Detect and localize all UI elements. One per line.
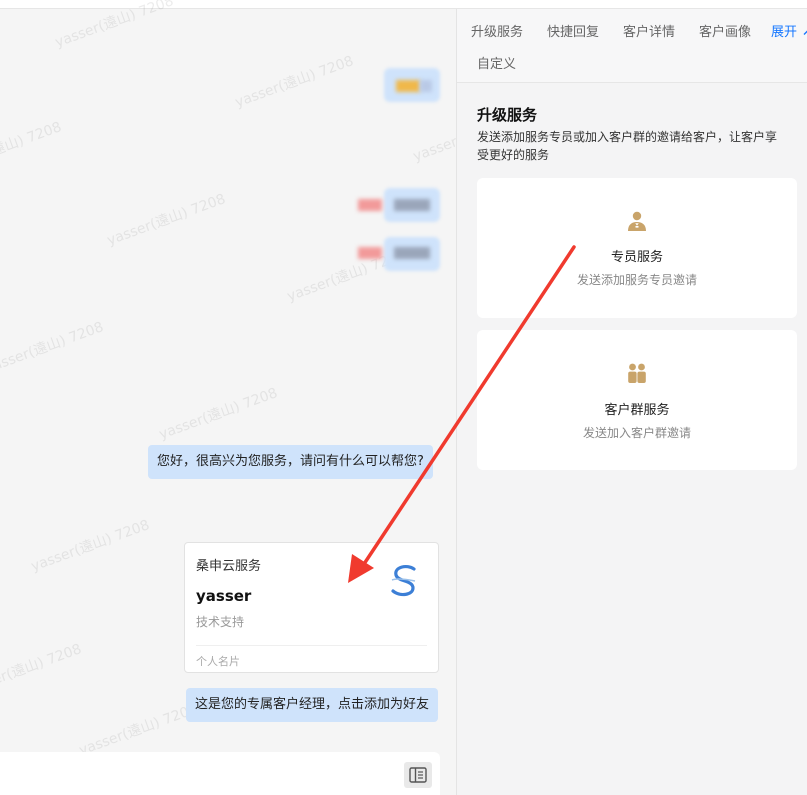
card-role: 技术支持 bbox=[196, 615, 245, 629]
agent-service-title: 专员服务 bbox=[610, 250, 663, 265]
watermark: yasser(遠山) 7208 bbox=[0, 119, 64, 177]
group-service-desc: 发送加入客户群邀请 bbox=[582, 426, 691, 440]
tab-custom[interactable]: 自定义 bbox=[477, 53, 516, 72]
card-name: yasser bbox=[196, 587, 252, 605]
redacted-content bbox=[394, 247, 430, 259]
sidebar-toggle-icon bbox=[409, 767, 427, 783]
tab-quick-reply[interactable]: 快捷回复 bbox=[547, 21, 599, 40]
contact-card[interactable]: 桑申云服务 yasser 技术支持 个人名片 bbox=[184, 542, 439, 673]
chat-area: yasser(遠山) 7208 yasser(遠山) 7208 yasser(遠… bbox=[0, 0, 534, 795]
agent-icon bbox=[628, 211, 646, 231]
watermark: yasser(遠山) 7208 bbox=[157, 385, 280, 443]
chat-message[interactable]: 这是您的专属客户经理，点击添加为好友 bbox=[186, 688, 439, 722]
agent-service-card[interactable]: 专员服务 发送添加服务专员邀请 bbox=[477, 178, 797, 318]
chevron-up-icon bbox=[803, 30, 807, 35]
card-company: 桑申云服务 bbox=[196, 559, 262, 574]
app-root: yasser(遠山) 7208 yasser(遠山) 7208 yasser(遠… bbox=[0, 0, 807, 795]
redacted-content bbox=[420, 80, 432, 92]
watermark: yasser(遠山) 7208 bbox=[233, 53, 356, 111]
tab-upgrade-service[interactable]: 升级服务 bbox=[471, 21, 523, 40]
watermark: yasser(遠山) 7208 bbox=[0, 319, 106, 377]
card-type: 个人名片 bbox=[196, 655, 240, 668]
redacted-content bbox=[394, 199, 430, 211]
group-service-title: 客户群服务 bbox=[604, 403, 670, 418]
chat-message[interactable]: 您好，很高兴为您服务，请问有什么可以帮您? bbox=[148, 445, 433, 479]
section-title: 升级服务 bbox=[477, 106, 538, 124]
side-panel: 升级服务 快捷回复 客户详情 客户画像 展开 自定义 升级服务 发送添加服务专员… bbox=[457, 9, 807, 795]
expand-label: 展开 bbox=[771, 25, 798, 40]
agent-service-desc: 发送添加服务专员邀请 bbox=[576, 273, 697, 287]
watermark: yasser(遠山) 7208 bbox=[105, 191, 228, 249]
tab-customer-profile[interactable]: 客户画像 bbox=[699, 21, 751, 40]
redacted-content bbox=[358, 199, 382, 211]
tab-customer-detail[interactable]: 客户详情 bbox=[623, 21, 675, 40]
card-divider bbox=[196, 645, 427, 646]
expand-button[interactable]: 展开 bbox=[771, 21, 807, 40]
top-bar bbox=[0, 0, 807, 9]
redacted-content bbox=[358, 247, 382, 259]
watermark: yasser(遠山) 7208 bbox=[77, 701, 200, 759]
message-input[interactable] bbox=[0, 752, 440, 795]
sidebar-toggle-button[interactable] bbox=[404, 762, 432, 788]
section-description: 发送添加服务专员或加入客户群的邀请给客户，让客户享受更好的服务 bbox=[477, 130, 778, 162]
watermark: yasser(遠山) 7208 bbox=[0, 641, 84, 699]
panel-tabs: 升级服务 快捷回复 客户详情 客户画像 展开 自定义 bbox=[457, 9, 807, 83]
watermark: yasser(遠山) 7208 bbox=[29, 517, 152, 575]
group-icon bbox=[628, 363, 646, 383]
redacted-content bbox=[396, 80, 420, 92]
company-logo-icon bbox=[391, 564, 416, 597]
group-service-card[interactable]: 客户群服务 发送加入客户群邀请 bbox=[477, 330, 797, 470]
